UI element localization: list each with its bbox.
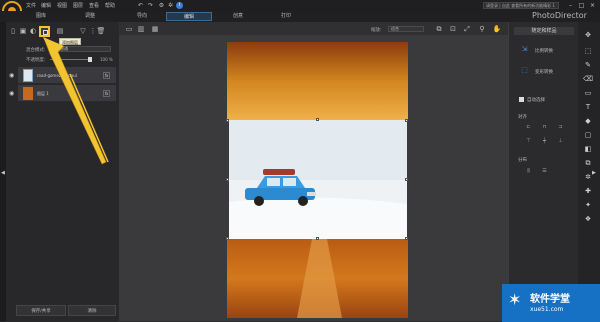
tab-create[interactable]: 创意 [216, 12, 260, 21]
maximize-button[interactable]: □ [577, 1, 586, 10]
zoom-label: 缩放: [371, 28, 382, 33]
select-tool-icon[interactable]: ⬚ [582, 46, 594, 56]
collapse-left-icon[interactable]: ◀ [1, 170, 5, 176]
transform-handle[interactable] [226, 178, 229, 181]
gear-icon[interactable]: ✲ [167, 2, 174, 9]
auto-select-label: 自动选择 [527, 98, 545, 103]
annotation-arrow [43, 37, 109, 165]
distribute-horizontal-icon[interactable]: ⫼ [525, 168, 532, 174]
notification-icon[interactable]: i [176, 2, 183, 9]
fill-tool-icon[interactable]: ◆ [582, 116, 594, 126]
login-banner[interactable]: 请登录 | 自此 查看所有的新功能精彩 1 [483, 2, 559, 9]
align-center-icon[interactable]: ⊓ [541, 124, 548, 130]
autumn-forest-top [227, 42, 408, 120]
tab-library[interactable]: 图库 [26, 12, 56, 21]
canvas-image[interactable] [227, 42, 408, 318]
watermark-brand: 软件学堂 [530, 294, 570, 305]
watermark-url: xue51.com [530, 306, 564, 313]
transform-handle[interactable] [405, 119, 408, 122]
new-layer-icon[interactable]: ▯ [8, 26, 18, 36]
transform-handle[interactable] [405, 178, 408, 181]
close-button[interactable]: × [588, 1, 597, 10]
save-share-button[interactable]: 保存/共享 [16, 305, 66, 316]
transform-handle[interactable] [226, 119, 229, 122]
wand-tool-icon[interactable]: ✦ [582, 200, 594, 210]
clone-tool-icon[interactable]: ⧉ [582, 158, 594, 168]
eraser-tool-icon[interactable]: ⌫ [582, 74, 594, 84]
scale-transform-label[interactable]: 比例转换 [535, 48, 553, 54]
brush-tool-icon[interactable]: ✎ [582, 60, 594, 70]
align-top-icon[interactable]: ⊤ [525, 138, 532, 144]
tab-guided[interactable]: 导向 [127, 12, 157, 21]
align-right-icon[interactable]: ⊐ [557, 124, 564, 130]
distribute-label: 分布 [518, 158, 527, 163]
full-screen-icon[interactable]: ⤢ [462, 24, 472, 34]
align-middle-icon[interactable]: ┿ [541, 138, 548, 144]
tab-edit[interactable]: 编辑 [166, 12, 212, 21]
auto-select-checkbox[interactable] [519, 97, 524, 102]
distribute-vertical-icon[interactable]: ☰ [541, 168, 548, 174]
layer-thumbnail [23, 87, 33, 100]
align-left-icon[interactable]: ⊏ [525, 124, 532, 130]
menu-edit[interactable]: 编辑 [41, 2, 51, 9]
menu-layer[interactable]: 图层 [73, 2, 83, 9]
zoom-icon[interactable]: ⚲ [477, 24, 487, 34]
view-single-icon[interactable]: ▭ [124, 24, 134, 34]
menu-look[interactable]: 查看 [89, 2, 99, 9]
undo-icon[interactable]: ↶ [137, 2, 144, 9]
hand-icon[interactable]: ✋ [492, 24, 502, 34]
adjust-tool-icon[interactable]: ❖ [582, 214, 594, 224]
heal-tool-icon[interactable]: ✚ [582, 186, 594, 196]
crop-icon[interactable]: ⧉ [434, 24, 444, 34]
crop-tool-icon[interactable]: ▭ [582, 88, 594, 98]
watermark-figure-icon: ✶ [508, 290, 522, 309]
menu-help[interactable]: 帮助 [105, 2, 115, 9]
clear-button[interactable]: 清除 [68, 305, 116, 316]
visibility-eye-icon[interactable]: ◉ [9, 72, 14, 79]
transform-handle[interactable] [316, 118, 319, 121]
shape-tool-icon[interactable]: ▢ [582, 130, 594, 140]
zoom-select[interactable]: 适合 [388, 26, 424, 32]
visibility-eye-icon[interactable]: ◉ [9, 90, 14, 97]
distort-transform-label[interactable]: 变形转换 [535, 69, 553, 75]
transform-handle[interactable] [405, 237, 408, 240]
collapse-right-icon[interactable]: ▶ [592, 170, 596, 176]
settings-icon[interactable]: ⚙ [158, 2, 165, 9]
gradient-tool-icon[interactable]: ◧ [582, 144, 594, 154]
menu-file[interactable]: 文件 [26, 2, 36, 9]
view-compare-icon[interactable]: ▥ [136, 24, 146, 34]
tab-print[interactable]: 打印 [266, 12, 306, 21]
transform-handle[interactable] [316, 237, 319, 240]
align-label: 对齐 [518, 115, 527, 120]
move-tool-icon[interactable]: ✥ [582, 30, 594, 40]
tab-adjust[interactable]: 调整 [75, 12, 105, 21]
distort-transform-icon[interactable]: ⬚ [520, 66, 529, 75]
scale-transform-icon[interactable]: ⇲ [520, 45, 529, 54]
fit-icon[interactable]: ⊡ [448, 24, 458, 34]
app-title: PhotoDirector [532, 11, 587, 20]
text-tool-icon[interactable]: T [582, 102, 594, 112]
image-layer-icon[interactable]: ▣ [18, 26, 28, 36]
redo-icon[interactable]: ↷ [147, 2, 154, 9]
panel-title: 随定和样品 [514, 27, 574, 35]
transform-handle[interactable] [226, 237, 229, 240]
grid-icon[interactable]: ▦ [150, 24, 160, 34]
minimize-button[interactable]: – [566, 1, 575, 10]
layer-thumbnail [23, 69, 33, 82]
align-bottom-icon[interactable]: ⊥ [557, 138, 564, 144]
mask-icon[interactable]: ◐ [28, 26, 38, 36]
menu-view[interactable]: 视图 [57, 2, 67, 9]
